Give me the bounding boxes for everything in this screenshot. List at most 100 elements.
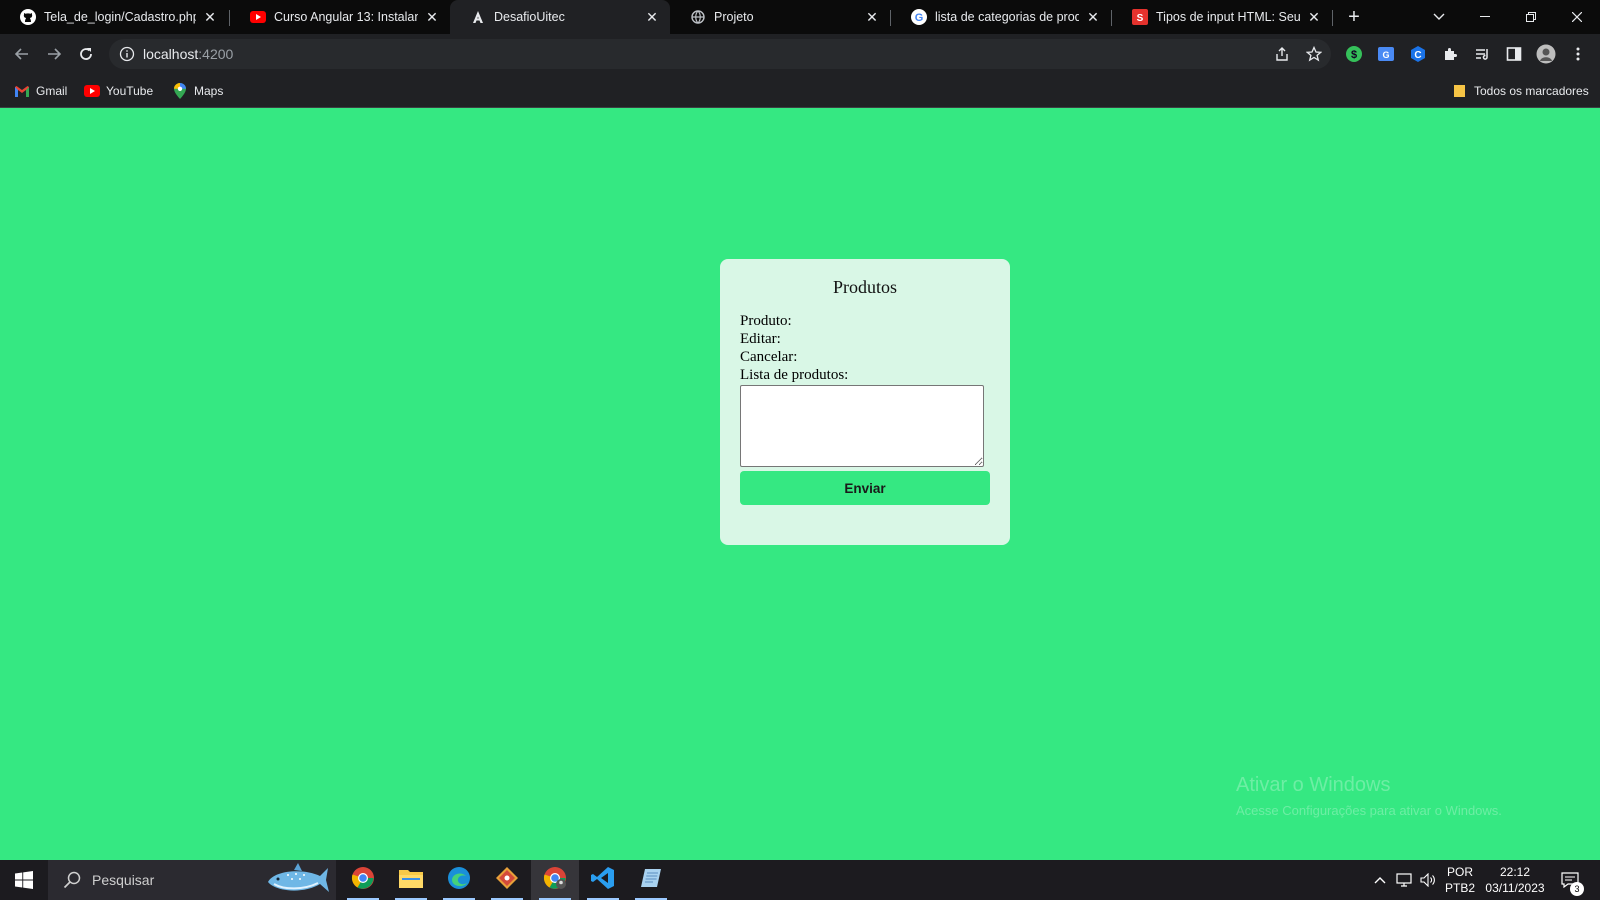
web-icon: S <box>1132 9 1148 25</box>
close-icon[interactable]: ✕ <box>1306 9 1322 25</box>
tab-title: Tipos de input HTML: Seu sit <box>1156 10 1300 24</box>
produto-label: Produto: <box>740 313 792 329</box>
translate-extension-icon[interactable]: G <box>1372 40 1400 68</box>
site-info-icon[interactable] <box>119 46 135 62</box>
bookmark-star-icon[interactable] <box>1300 40 1328 68</box>
tab-desafiouitec[interactable]: DesafioUitec ✕ <box>450 0 670 34</box>
lista-produtos-label: Lista de produtos: <box>740 367 849 383</box>
search-icon <box>62 870 82 890</box>
tab-title: lista de categorias de produt <box>935 10 1079 24</box>
git-diamond-icon <box>495 866 519 895</box>
side-panel-icon[interactable] <box>1500 40 1528 68</box>
language-code: POR <box>1446 865 1473 879</box>
tray-chevron-up-icon[interactable] <box>1368 860 1392 900</box>
url-host: localhost <box>143 46 199 62</box>
github-icon <box>20 9 36 25</box>
tab-title: Projeto <box>714 10 754 24</box>
svg-text:S: S <box>1137 13 1144 24</box>
new-tab-plus-icon[interactable]: + <box>1342 5 1366 29</box>
bookmark-youtube[interactable]: YouTube <box>84 82 153 100</box>
bookmark-label: Gmail <box>36 84 68 98</box>
svg-text:G: G <box>1382 50 1389 60</box>
puzzle-extensions-icon[interactable] <box>1436 40 1464 68</box>
share-icon[interactable] <box>1268 40 1296 68</box>
windows-activation-watermark: Ativar o Windows Acesse Configurações pa… <box>1236 774 1502 818</box>
vscode-icon <box>591 866 615 895</box>
windows-taskbar: Pesquisar POR PTB2 22:12 03/11/2023 3 <box>0 860 1600 900</box>
clock[interactable]: 22:12 03/11/2023 <box>1480 864 1550 896</box>
close-icon[interactable]: ✕ <box>1085 9 1101 25</box>
volume-icon[interactable] <box>1416 860 1440 900</box>
tab-search-chevron-icon[interactable] <box>1416 0 1462 34</box>
enviar-button[interactable]: Enviar <box>740 471 990 505</box>
tab-title: Tela_de_login/Cadastro.php a <box>44 10 196 24</box>
tab-separator <box>1332 10 1333 26</box>
maps-icon <box>172 83 188 99</box>
gmail-icon <box>14 83 30 99</box>
youtube-icon <box>250 9 266 25</box>
clock-date: 03/11/2023 <box>1485 881 1545 895</box>
cancelar-label: Cancelar: <box>740 349 798 365</box>
reload-icon[interactable] <box>72 40 100 68</box>
search-placeholder: Pesquisar <box>92 872 155 888</box>
windows-start-icon[interactable] <box>0 860 48 900</box>
close-icon[interactable]: ✕ <box>644 9 660 25</box>
bookmarks-bar: Gmail YouTube Maps Todos os marcadores <box>0 74 1600 108</box>
url-port: :4200 <box>198 46 234 62</box>
back-arrow-icon[interactable] <box>8 40 36 68</box>
address-bar[interactable]: localhost:4200 <box>109 39 1331 69</box>
taskbar-file-explorer-app[interactable] <box>387 860 435 900</box>
tab-google-search[interactable]: G lista de categorias de produt ✕ <box>891 0 1111 34</box>
forward-arrow-icon[interactable] <box>40 40 68 68</box>
close-icon[interactable]: ✕ <box>202 9 218 25</box>
bookmark-maps[interactable]: Maps <box>172 82 223 100</box>
url-text: localhost:4200 <box>143 46 233 62</box>
all-bookmarks-folder[interactable]: Todos os marcadores <box>1452 82 1589 100</box>
close-icon[interactable]: ✕ <box>424 9 440 25</box>
taskbar-git-app[interactable] <box>483 860 531 900</box>
page-content: Produtos Produto: Editar: Cancelar: List… <box>0 108 1600 860</box>
notification-center-icon[interactable] <box>1552 860 1588 900</box>
chrome-icon <box>351 866 375 895</box>
profile-avatar[interactable] <box>1532 40 1560 68</box>
c-extension-icon[interactable]: C <box>1404 40 1432 68</box>
folder-icon <box>1452 83 1468 99</box>
globe-icon <box>690 9 706 25</box>
tab-youtube-course[interactable]: Curso Angular 13: Instalando ✕ <box>230 0 450 34</box>
google-icon: G <box>911 9 927 25</box>
taskbar-notes-app[interactable] <box>627 860 675 900</box>
taskbar-edge-app[interactable] <box>435 860 483 900</box>
bookmark-gmail[interactable]: Gmail <box>14 82 67 100</box>
chrome-profile-icon <box>543 866 567 895</box>
tab-title: DesafioUitec <box>494 10 565 24</box>
youtube-icon <box>84 83 100 99</box>
angular-icon <box>470 9 486 25</box>
watermark-subtitle: Acesse Configurações para ativar o Windo… <box>1236 803 1502 818</box>
product-form-card: Produtos Produto: Editar: Cancelar: List… <box>720 259 1010 545</box>
tab-github[interactable]: Tela_de_login/Cadastro.php a ✕ <box>0 0 228 34</box>
minimize-icon[interactable] <box>1462 0 1508 34</box>
media-queue-icon[interactable] <box>1468 40 1496 68</box>
watermark-title: Ativar o Windows <box>1236 774 1391 796</box>
taskbar-chrome-app[interactable] <box>339 860 387 900</box>
taskbar-search-box[interactable]: Pesquisar <box>48 860 336 900</box>
close-icon[interactable]: ✕ <box>864 9 880 25</box>
network-icon[interactable] <box>1392 860 1416 900</box>
kebab-menu-icon[interactable] <box>1564 40 1592 68</box>
bookmark-label: YouTube <box>106 84 154 98</box>
taskbar-chrome-profile-app[interactable] <box>531 860 579 900</box>
input-language-indicator[interactable]: POR PTB2 <box>1442 864 1478 896</box>
window-close-icon[interactable] <box>1554 0 1600 34</box>
bookmark-label: Maps <box>194 84 224 98</box>
money-extension-icon[interactable]: $ <box>1340 40 1368 68</box>
product-list-textarea[interactable] <box>740 385 984 467</box>
taskbar-vscode-app[interactable] <box>579 860 627 900</box>
tab-input-types[interactable]: S Tipos de input HTML: Seu sit ✕ <box>1112 0 1332 34</box>
svg-text:$: $ <box>1351 49 1357 61</box>
editar-label: Editar: <box>740 331 781 347</box>
form-title: Produtos <box>832 277 897 297</box>
tab-projeto[interactable]: Projeto ✕ <box>670 0 890 34</box>
svg-text:C: C <box>1414 50 1421 61</box>
restore-icon[interactable] <box>1508 0 1554 34</box>
browser-toolbar: localhost:4200 $ G C <box>0 34 1600 74</box>
